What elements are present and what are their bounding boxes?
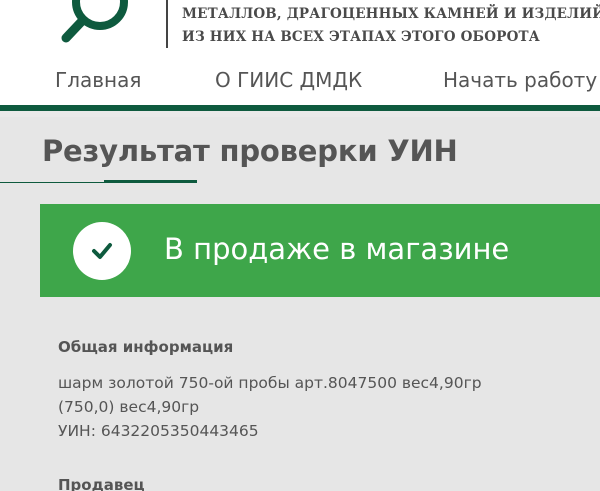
logo-divider [166,0,168,48]
main-nav: Главная О ГИИС ДМДК Начать работу [0,68,600,98]
site-header: МЕТАЛЛОВ, ДРАГОЦЕННЫХ КАМНЕЙ И ИЗДЕЛИЙ И… [0,0,600,104]
checkmark-icon [92,243,112,259]
product-description-line-1: шарм золотой 750-ой пробы арт.8047500 ве… [58,374,482,392]
general-info-heading: Общая информация [58,338,234,356]
product-description-line-2: (750,0) вес4,90гр [58,398,200,416]
status-text: В продаже в магазине [164,232,510,266]
magnifier-icon[interactable] [56,0,134,48]
page-title: Результат проверки УИН [42,134,458,168]
title-underline-accent [104,180,197,183]
seller-heading: Продавец [58,476,145,491]
nav-item-start-work[interactable]: Начать работу [443,68,597,92]
main-content: Результат проверки УИН В продаже в магаз… [0,117,600,491]
nav-item-home[interactable]: Главная [55,68,141,92]
status-icon-circle [73,222,131,280]
org-name-line-2: ИЗ НИХ НА ВСЕХ ЭТАПАХ ЭТОГО ОБОРОТА [182,29,540,45]
org-name-line-1: МЕТАЛЛОВ, ДРАГОЦЕННЫХ КАМНЕЙ И ИЗДЕЛИЙ [182,6,600,22]
uin-value: УИН: 6432205350443465 [58,422,259,440]
nav-item-about[interactable]: О ГИИС ДМДК [215,68,362,92]
status-banner: В продаже в магазине [40,204,600,297]
